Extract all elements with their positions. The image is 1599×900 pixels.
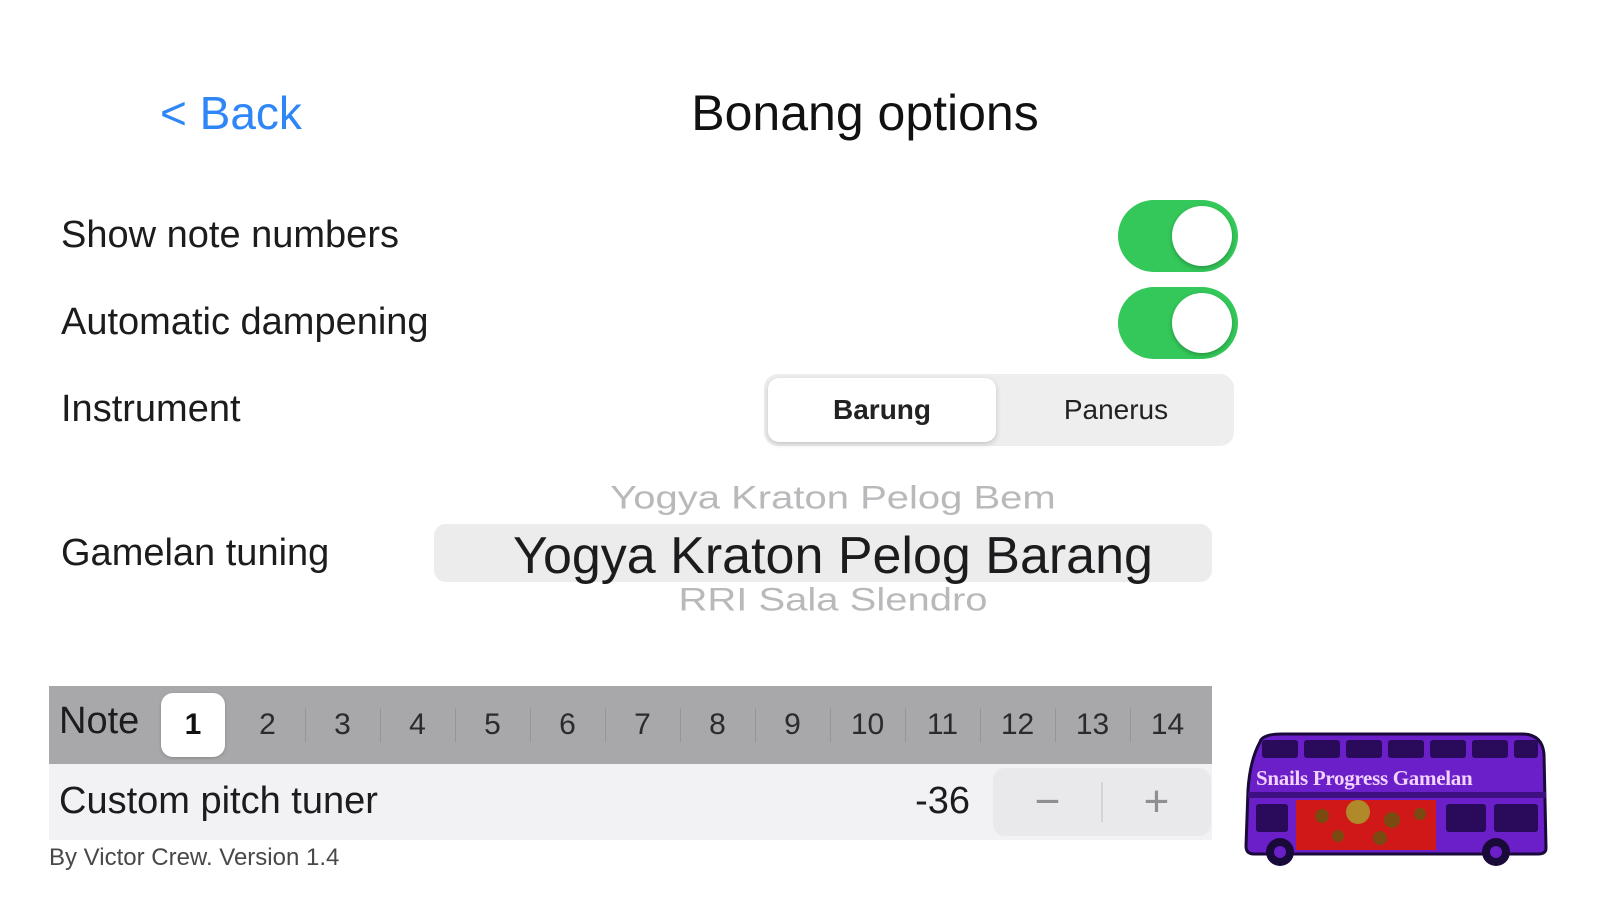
picker-option-previous[interactable]: Yogya Kraton Pelog Bem bbox=[434, 480, 1212, 517]
show-note-numbers-label: Show note numbers bbox=[61, 214, 399, 256]
custom-pitch-tuner-label: Custom pitch tuner bbox=[59, 780, 378, 822]
note-11-button[interactable]: 11 bbox=[905, 693, 980, 757]
note-separator bbox=[380, 708, 381, 742]
logo-text: Snails Progress Gamelan bbox=[1256, 766, 1473, 790]
note-13-button[interactable]: 13 bbox=[1055, 693, 1130, 757]
note-10-button[interactable]: 10 bbox=[830, 693, 905, 757]
note-12-button[interactable]: 12 bbox=[980, 693, 1055, 757]
note-9-button[interactable]: 9 bbox=[755, 693, 830, 757]
note-separator bbox=[680, 708, 681, 742]
segment-panerus[interactable]: Panerus bbox=[1002, 378, 1230, 442]
note-separator bbox=[980, 708, 981, 742]
instrument-segmented-control: Barung Panerus bbox=[764, 374, 1234, 446]
note-8-button[interactable]: 8 bbox=[680, 693, 755, 757]
note-1-button[interactable]: 1 bbox=[161, 693, 225, 757]
toggle-knob bbox=[1172, 206, 1232, 266]
double-decker-bus-icon bbox=[1244, 732, 1548, 866]
note-separator bbox=[755, 708, 756, 742]
gamelan-tuning-label: Gamelan tuning bbox=[61, 532, 330, 574]
note-separator bbox=[530, 708, 531, 742]
note-separator bbox=[605, 708, 606, 742]
note-7-button[interactable]: 7 bbox=[605, 693, 680, 757]
gamelan-tuning-picker[interactable]: Yogya Kraton Pelog Bem Yogya Kraton Pelo… bbox=[434, 470, 1212, 620]
note-6-button[interactable]: 6 bbox=[530, 693, 605, 757]
version-credit: By Victor Crew. Version 1.4 bbox=[49, 844, 340, 871]
note-separator bbox=[1130, 708, 1131, 742]
segment-barung[interactable]: Barung bbox=[768, 378, 996, 442]
instrument-label: Instrument bbox=[61, 388, 241, 430]
note-14-button[interactable]: 14 bbox=[1130, 693, 1205, 757]
note-separator bbox=[1055, 708, 1056, 742]
automatic-dampening-toggle[interactable] bbox=[1118, 287, 1238, 359]
note-separator bbox=[305, 708, 306, 742]
toggle-knob bbox=[1172, 293, 1232, 353]
note-3-button[interactable]: 3 bbox=[305, 693, 380, 757]
note-4-button[interactable]: 4 bbox=[380, 693, 455, 757]
picker-option-selected[interactable]: Yogya Kraton Pelog Barang bbox=[434, 526, 1212, 586]
note-selector-bar: Note 1 2 3 4 5 6 7 8 9 10 11 12 13 14 bbox=[49, 686, 1212, 764]
note-separator bbox=[455, 708, 456, 742]
snails-progress-gamelan-logo[interactable]: Snails Progress Gamelan bbox=[1242, 730, 1548, 868]
note-label: Note bbox=[59, 700, 140, 742]
automatic-dampening-label: Automatic dampening bbox=[61, 301, 429, 343]
picker-option-next[interactable]: RRI Sala Slendro bbox=[434, 582, 1212, 619]
custom-pitch-tuner: Custom pitch tuner -36 − + bbox=[49, 764, 1212, 840]
page-title: Bonang options bbox=[691, 85, 1039, 141]
pitch-stepper: − + bbox=[993, 768, 1211, 836]
note-2-button[interactable]: 2 bbox=[230, 693, 305, 757]
note-5-button[interactable]: 5 bbox=[455, 693, 530, 757]
increment-button[interactable]: + bbox=[1102, 768, 1211, 836]
pitch-value: -36 bbox=[915, 780, 970, 822]
note-separator bbox=[830, 708, 831, 742]
note-separator bbox=[905, 708, 906, 742]
show-note-numbers-toggle[interactable] bbox=[1118, 200, 1238, 272]
decrement-button[interactable]: − bbox=[993, 768, 1102, 836]
